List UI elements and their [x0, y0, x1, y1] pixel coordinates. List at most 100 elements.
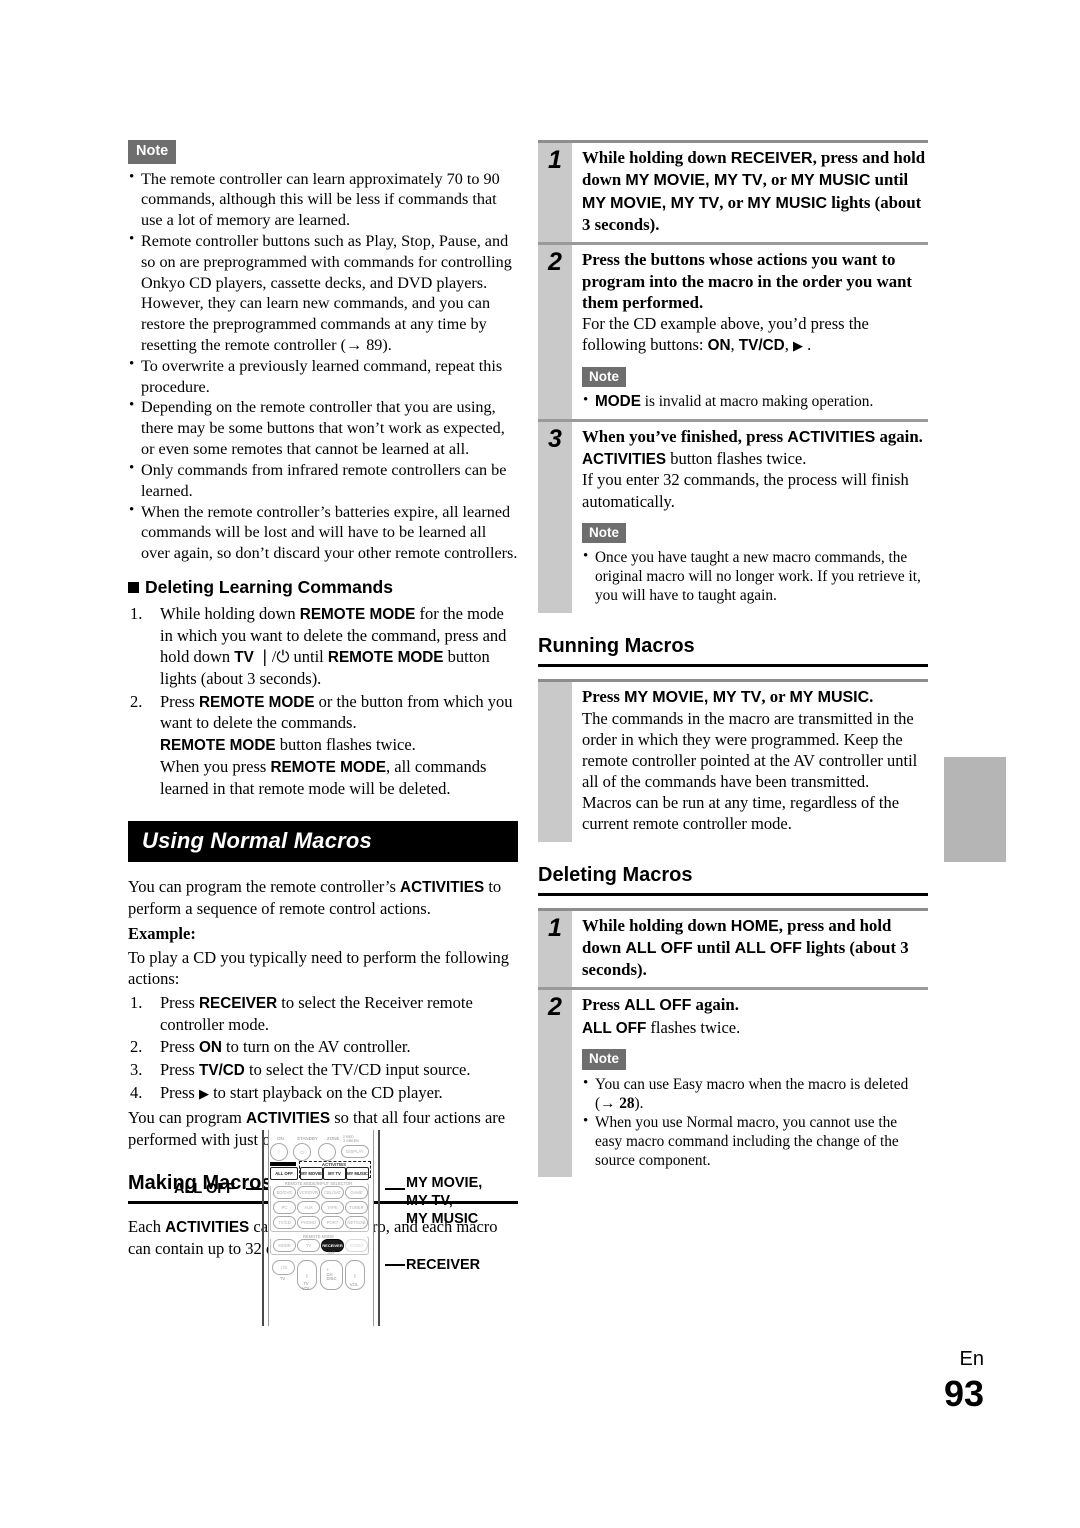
emphasized-button-name: REMOTE MODE — [327, 649, 444, 667]
running-macros-rule — [538, 663, 928, 667]
remote-key-tv-cd[interactable]: TV/CD — [273, 1216, 296, 1229]
remote-key-zone[interactable] — [318, 1143, 336, 1161]
label-on: ON — [277, 1136, 284, 1141]
step-number: 1. — [130, 992, 143, 1012]
procedure-step-body: While holding down RECEIVER, press and h… — [572, 143, 928, 242]
text-run: , — [730, 335, 739, 355]
footer-page-number: 93 — [943, 1373, 984, 1414]
learning-notes-list: The remote controller can learn approxim… — [128, 167, 518, 564]
step-text: Press ▶ to start playback on the CD play… — [160, 1083, 443, 1102]
emphasized-button-name: ON — [198, 1039, 222, 1056]
example-intro: To play a CD you typically need to perfo… — [128, 947, 510, 989]
note-item: Depending on the remote controller that … — [128, 396, 518, 459]
step-number: 4. — [130, 1082, 143, 1102]
callout-all-off: ALL OFF — [174, 1181, 235, 1197]
remote-key-all-off[interactable]: ALL OFF — [270, 1167, 298, 1180]
text-run: until — [692, 937, 735, 957]
emphasized-button-name: ALL OFF — [582, 1019, 647, 1037]
square-bullet-icon — [128, 581, 139, 593]
procedure-step: 1 While holding down RECEIVER, press and … — [538, 140, 928, 243]
deleting-macros-steps: 1 While holding down HOME, press and hold… — [538, 907, 928, 1178]
procedure-step-detail: ALL OFF flashes twice. — [582, 1017, 928, 1039]
text-run: Press — [160, 1082, 199, 1102]
text-run: Press — [160, 992, 199, 1012]
remote-key-my-music[interactable]: MY MUSIC — [346, 1167, 369, 1180]
callout-my-buttons: MY MOVIE, MY TV, MY MUSIC — [406, 1175, 483, 1228]
remote-cap-tv: TV — [279, 1276, 286, 1281]
emphasized-button-name: TV/CD — [198, 1061, 245, 1079]
emphasized-button-name: HOME — [730, 917, 779, 935]
remote-key-on[interactable]: ❘ — [270, 1143, 288, 1161]
numbered-step: 3. Press TV/CD to select the TV/CD input … — [128, 1059, 518, 1081]
numbered-step: 4. Press ▶ to start playback on the CD pl… — [128, 1082, 518, 1104]
text-run: to turn on the AV controller. — [221, 1037, 411, 1056]
procedure-step: 2 Press ALL OFF again. ALL OFF flashes twi… — [538, 987, 928, 1178]
procedure-step-body: Press ALL OFF again. ALL OFF flashes twic… — [572, 990, 928, 1177]
remote-key-phono[interactable]: PHONO — [297, 1216, 320, 1229]
procedure-step-lead: Press MY MOVIE, MY TV, or MY MUSIC. — [582, 686, 928, 708]
text-run: until — [870, 170, 909, 190]
text-run: button flashes twice. — [666, 448, 807, 468]
remote-key-ch-disc[interactable]: + CH DISC — [320, 1260, 343, 1290]
emphasized-button-name: MY MUSIC — [790, 172, 871, 190]
emphasized-button-name: REMOTE MODE — [198, 693, 315, 711]
procedure-step-lead: Press ALL OFF again. — [582, 994, 928, 1016]
remote-key-pc[interactable]: PC — [273, 1201, 296, 1214]
text-run: You can program — [128, 1107, 246, 1127]
text-run: again. — [691, 995, 739, 1015]
remote-key-zone2[interactable]: ZONE2 — [345, 1239, 368, 1252]
remote-key-tv[interactable]: TV — [297, 1239, 320, 1252]
emphasized-button-name: ACTIVITIES — [787, 428, 876, 446]
text-run: Press the buttons whose actions you want… — [582, 250, 913, 312]
remote-key-port[interactable]: PORT — [321, 1216, 344, 1229]
text-run: You can program the remote controller’s — [128, 877, 401, 897]
remote-key-cbl-sat[interactable]: CBL/SAT — [321, 1186, 344, 1199]
remote-key-my-tv[interactable]: MY TV — [323, 1167, 346, 1180]
text-run: again. — [875, 426, 923, 446]
text-run: If you enter 32 commands, the process wi… — [582, 470, 909, 511]
note-item: Once you have taught a new macro command… — [582, 547, 928, 605]
emphasized-button-name: RECEIVER — [198, 994, 278, 1012]
numbered-step: 1. While holding down REMOTE MODE for the… — [128, 603, 518, 690]
text-run: When you use Normal macro, you cannot us… — [595, 1114, 899, 1170]
deleting-macros-heading: Deleting Macros — [538, 863, 693, 886]
text-run: until — [293, 647, 328, 667]
procedure-step: 3 When you’ve finished, press ACTIVITIES … — [538, 418, 928, 613]
remote-key-net-usb[interactable]: NET/USB — [345, 1216, 368, 1229]
remote-key-tv-power[interactable]: ❘/⏻ — [272, 1260, 295, 1275]
procedure-step-detail: ACTIVITIES button flashes twice. If you e… — [582, 448, 928, 512]
text-run: Press — [582, 686, 625, 706]
making-macros-steps: 1 While holding down RECEIVER, press and … — [538, 140, 928, 613]
note-badge: Note — [582, 366, 626, 388]
text-run: , or — [719, 192, 748, 212]
procedure-step-number: 3 — [538, 421, 572, 613]
note-item: The remote controller can learn approxim… — [128, 167, 518, 231]
numbered-step: 2. Press REMOTE MODE or the button from w… — [128, 691, 518, 800]
deleting-learning-heading-text: Deleting Learning Commands — [145, 576, 393, 597]
text-run: Press — [160, 691, 199, 711]
remote-illustration: ON STANDBY ZONE 2 RED 3 GREEN ❘ ⏻ DISPLA… — [256, 1130, 390, 1326]
procedure-step: 1 While holding down HOME, press and hold… — [538, 907, 928, 988]
procedure-step-lead: While holding down HOME, press and hold … — [582, 915, 928, 981]
procedure-step: Press MY MOVIE, MY TV, or MY MUSIC. The c… — [538, 678, 928, 842]
remote-key-mode[interactable]: MODE — [273, 1239, 296, 1252]
normal-macros-intro: You can program the remote controller’s … — [128, 876, 518, 919]
play-icon: ▶ — [792, 339, 803, 355]
section-banner-using-normal-macros: Using Normal Macros — [128, 821, 518, 863]
remote-key-tuner[interactable]: TUNER — [345, 1201, 368, 1214]
remote-key-my-movie[interactable]: MY MOVIE — [300, 1167, 323, 1180]
remote-key-aux[interactable]: AUX — [297, 1201, 320, 1214]
emphasized-button-name: ALL OFF — [625, 939, 693, 957]
text-run: to select the TV/CD input source. — [244, 1059, 471, 1079]
text-run: . — [802, 335, 812, 355]
remote-key-standby[interactable]: ⏻ — [293, 1143, 311, 1161]
remote-key-vcr-dvr[interactable]: VCR/DVR — [297, 1186, 320, 1199]
emphasized-button-name: ALL OFF — [624, 997, 692, 1015]
step-number: 1. — [130, 603, 143, 623]
remote-key-display[interactable]: DISPLAY — [341, 1145, 369, 1158]
remote-key-game[interactable]: GAME — [345, 1186, 368, 1199]
remote-key-bd-dvd[interactable]: BD/DVD — [273, 1186, 296, 1199]
remote-key-tape[interactable]: TAPE — [321, 1201, 344, 1214]
deleting-learning-heading: Deleting Learning Commands — [128, 577, 518, 598]
procedure-step-detail: The commands in the macro are transmitte… — [582, 708, 928, 835]
